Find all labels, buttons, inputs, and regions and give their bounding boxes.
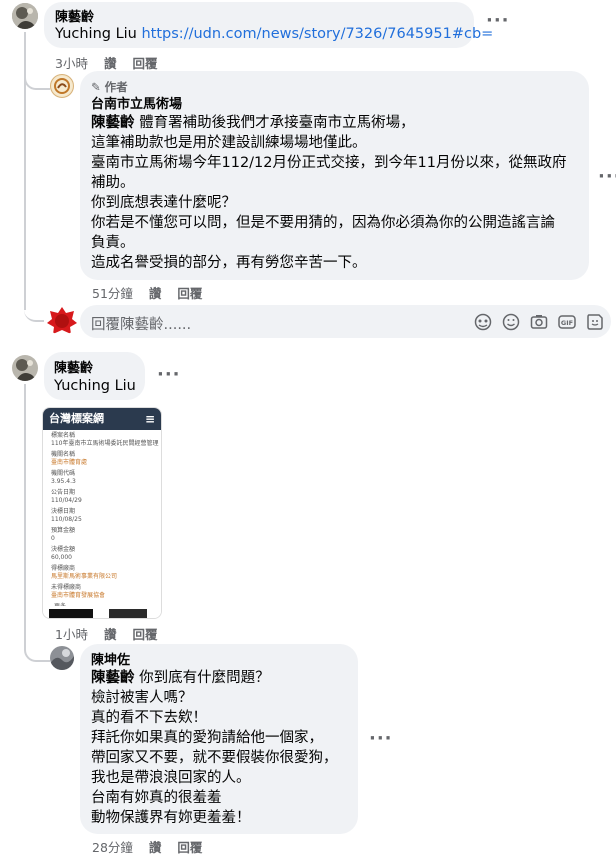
text-line: 我也是帶浪浪回家的人。 — [91, 770, 251, 786]
text-line: 你若是不懂您可以問，但是不要用猜的，因為你必須為你的公開造謠言論 — [91, 215, 555, 231]
text-line: 真的看不下去欸！ — [91, 710, 207, 726]
text-line: 檢討被害人嗎？ — [91, 690, 193, 706]
image-row: 公告日期 — [51, 489, 76, 496]
image-site-name: 台灣標案網 — [49, 412, 104, 425]
text-line: 臺南市立馬術場今年112/12月份正式交接，到今年11月份以來，從無政府 — [91, 155, 567, 171]
text-line: 補助。 — [91, 175, 135, 191]
comment-author[interactable]: 陳藝齡 — [54, 360, 93, 377]
image-bottom-bar — [43, 606, 161, 618]
sticker-icon[interactable] — [586, 313, 604, 331]
reply-actions: 28分鐘 讚 回覆 — [92, 837, 202, 856]
mention[interactable]: Yuching Liu — [54, 376, 136, 396]
text-line: 體育署補助後我們才承接臺南市立馬術場， — [134, 115, 415, 131]
reply-time[interactable]: 51分鐘 — [92, 283, 133, 302]
image-row: 0 — [51, 535, 55, 542]
text-line: 負責。 — [91, 235, 135, 251]
more-options-button[interactable]: ··· — [598, 166, 616, 187]
author-badge-label: 作者 — [104, 80, 128, 94]
text-line: 帶回家又不要，就不要假裝你很愛狗， — [91, 750, 338, 766]
text-line: 造成名譽受損的部分，再有勞您辛苦一下。 — [91, 255, 367, 271]
like-button[interactable]: 讚 — [104, 624, 117, 643]
reply-text: 陳藝齡 你到底有什麼問題？ 檢討被害人嗎？ 真的看不下去欸！ 拜託你如果真的愛狗… — [91, 668, 338, 828]
mention[interactable]: 陳藝齡 — [91, 670, 135, 686]
reply-author[interactable]: 台南市立馬術場 — [91, 96, 182, 113]
reply-input[interactable]: 回覆陳藝齡...... — [91, 313, 191, 334]
image-row: 標案名稱 — [51, 432, 76, 439]
comment-time[interactable]: 3小時 — [55, 53, 88, 72]
text-line: 拜託你如果真的愛狗請給他一個家， — [91, 730, 323, 746]
image-row: 機關代碼 — [51, 470, 76, 477]
gif-icon[interactable]: GIF — [558, 313, 576, 331]
reply-button[interactable]: 回覆 — [177, 837, 202, 856]
comment-bubble: 陳藝齡 Yuching Liu — [44, 352, 145, 400]
reply-author[interactable]: 陳坤佐 — [91, 652, 130, 669]
avatar[interactable] — [50, 646, 74, 670]
reply-text: 陳藝齡 體育署補助後我們才承接臺南市立馬術場， 這筆補助款也是用於建設訓練場場地… — [91, 113, 566, 273]
emoji-icon[interactable] — [502, 313, 520, 331]
avatar — [46, 305, 78, 335]
svg-text:GIF: GIF — [561, 319, 573, 327]
reply-actions: 51分鐘 讚 回覆 — [92, 283, 202, 302]
thread-line — [24, 40, 50, 90]
pencil-icon: ✎ — [91, 80, 101, 94]
image-row: 110年臺南市立馬術場委託民間經營管理 — [51, 440, 159, 447]
image-row: 未得標廠商 — [51, 584, 82, 591]
reply-time[interactable]: 28分鐘 — [92, 837, 133, 856]
image-site-header: 台灣標案網 ≡ — [43, 408, 161, 430]
reply-bubble: ✎ 作者 台南市立馬術場 陳藝齡 體育署補助後我們才承接臺南市立馬術場， 這筆補… — [80, 71, 589, 280]
avatar[interactable] — [12, 355, 38, 381]
menu-icon: ≡ — [144, 412, 155, 426]
reply-button[interactable]: 回覆 — [177, 283, 202, 302]
image-row: 決標金額 — [51, 546, 76, 553]
more-options-button[interactable]: ··· — [157, 364, 181, 385]
image-row: 得標廠商 — [51, 565, 76, 572]
reply-button[interactable]: 回覆 — [132, 53, 157, 72]
more-options-button[interactable]: ··· — [486, 10, 510, 31]
mention[interactable]: Yuching Liu — [55, 26, 141, 42]
comment-link[interactable]: https://udn.com/news/story/7326/7645951#… — [141, 26, 493, 42]
camera-icon[interactable] — [530, 313, 548, 331]
thread-line — [24, 384, 26, 644]
image-row: 臺南市體育發展協會 — [51, 592, 106, 599]
sticker-face-icon[interactable] — [474, 313, 492, 331]
reply-input-box[interactable]: 回覆陳藝齡...... GIF — [80, 305, 611, 338]
reply-button[interactable]: 回覆 — [132, 624, 157, 643]
image-row: 機關名稱 — [51, 451, 76, 458]
image-row: 110/04/29 — [51, 497, 82, 504]
avatar[interactable] — [50, 74, 74, 98]
text-line: 動物保護界有妳更羞羞！ — [91, 810, 251, 826]
text-line: 台南有妳真的很羞羞 — [91, 790, 222, 806]
like-button[interactable]: 讚 — [149, 283, 162, 302]
comment-actions: 1小時 讚 回覆 — [55, 624, 157, 643]
image-row: 預算金額 — [51, 527, 76, 534]
image-row: 臺南市體育處 — [51, 459, 88, 466]
text-line: 你到底想表達什麼呢？ — [91, 195, 236, 211]
image-row: 60,000 — [51, 554, 72, 561]
text-line: 你到底有什麼問題？ — [134, 670, 270, 686]
image-row: 馬里斯馬術事業有限公司 — [51, 573, 118, 580]
image-row: 110/08/25 — [51, 516, 82, 523]
avatar[interactable] — [12, 3, 38, 29]
author-badge: ✎ 作者 — [91, 79, 128, 95]
image-row: 3.95.4.3 — [51, 478, 76, 485]
like-button[interactable]: 讚 — [104, 53, 117, 72]
reply-bubble: 陳坤佐 陳藝齡 你到底有什麼問題？ 檢討被害人嗎？ 真的看不下去欸！ 拜託你如果… — [80, 644, 358, 834]
image-row: 決標日期 — [51, 508, 76, 515]
mention[interactable]: 陳藝齡 — [91, 115, 135, 131]
comment-time[interactable]: 1小時 — [55, 624, 88, 643]
image-content: 標案名稱 110年臺南市立馬術場委託民間經營管理 機關名稱 臺南市體育處 機關代… — [43, 430, 161, 611]
comment-bubble: 陳藝齡 Yuching Liu https://udn.com/news/sto… — [44, 2, 493, 48]
thread-line — [24, 620, 50, 662]
thread-line — [24, 290, 44, 322]
like-button[interactable]: 讚 — [149, 837, 162, 856]
comment-text: Yuching Liu https://udn.com/news/story/7… — [55, 24, 493, 44]
attached-image[interactable]: 台灣標案網 ≡ 標案名稱 110年臺南市立馬術場委託民間經營管理 機關名稱 臺南… — [42, 407, 162, 619]
text-line: 這筆補助款也是用於建設訓練場場地僅此。 — [91, 135, 367, 151]
comment-actions: 3小時 讚 回覆 — [55, 53, 157, 72]
more-options-button[interactable]: ··· — [369, 728, 393, 749]
